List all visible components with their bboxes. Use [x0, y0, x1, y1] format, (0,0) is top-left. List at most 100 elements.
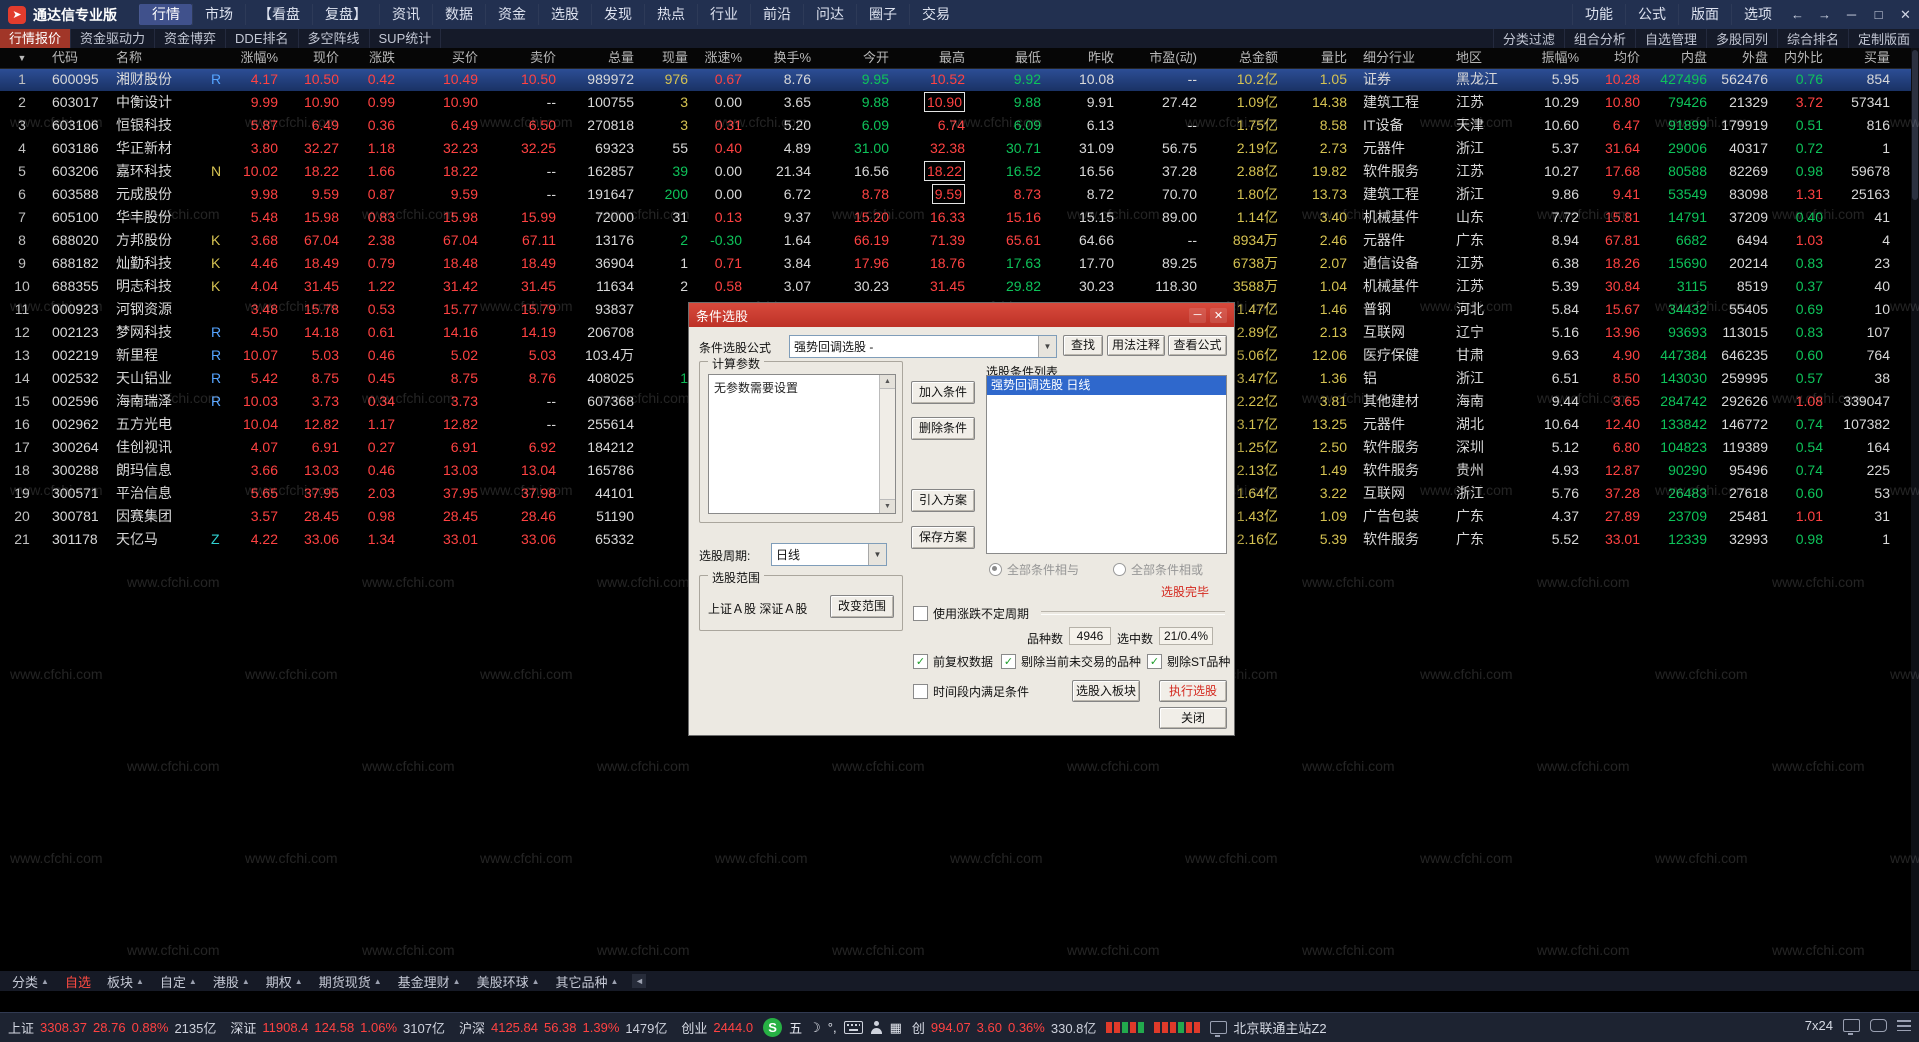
toolbar-link-6[interactable]: 定制版面: [1847, 29, 1919, 48]
menu-grid-icon[interactable]: [1897, 1020, 1911, 1031]
toolbar-tab-2[interactable]: 资金驱动力: [71, 29, 156, 48]
ime-wubi-icon[interactable]: 五: [789, 1018, 802, 1037]
menu-item-5[interactable]: 资讯: [379, 4, 432, 25]
table-row-603017[interactable]: 2 603017 中衡设计 9.99 10.90 0.99 10.90 -- 100755 3 0.…: [0, 91, 1919, 114]
toolbar-tab-5[interactable]: 多空阵线: [299, 29, 370, 48]
ime-logo-icon[interactable]: S: [763, 1018, 783, 1037]
save-plan-button[interactable]: 保存方案: [911, 526, 975, 549]
col-header-总量[interactable]: 总量: [564, 48, 642, 68]
menu-item-9[interactable]: 发现: [591, 4, 644, 25]
ime-toolbox-icon[interactable]: ▦: [890, 1020, 902, 1036]
col-header-量比[interactable]: 量比: [1286, 48, 1355, 68]
bottom-tab-港股[interactable]: 港股 ▲: [205, 972, 258, 991]
toolbar-link-2[interactable]: 组合分析: [1563, 29, 1635, 48]
right-menu-item-3[interactable]: 版面: [1678, 4, 1731, 25]
right-menu-item-1[interactable]: 功能: [1572, 4, 1625, 25]
toolbar-link-1[interactable]: 分类过滤: [1492, 29, 1564, 48]
ime-halfwidth-moon-icon[interactable]: ☽: [809, 1020, 821, 1036]
menu-item-4[interactable]: 复盘】: [312, 4, 379, 25]
col-header-tag[interactable]: [203, 48, 225, 68]
index-创业[interactable]: 创业 2444.0: [681, 1018, 753, 1037]
toolbar-tab-6[interactable]: SUP统计: [370, 29, 442, 48]
period-select[interactable]: 日线 ▼: [771, 543, 887, 566]
checkbox-skip-suspended[interactable]: ✓ 剔除当前未交易的品种: [1001, 653, 1141, 670]
col-header-总金额[interactable]: 总金额: [1205, 48, 1286, 68]
col-header-涨跌[interactable]: 涨跌: [347, 48, 403, 68]
ime-keyboard-icon[interactable]: [843, 1021, 863, 1034]
menu-item-11[interactable]: 行业: [697, 4, 750, 25]
menu-item-12[interactable]: 前沿: [750, 4, 803, 25]
menu-item-6[interactable]: 数据: [432, 4, 485, 25]
col-header-地区[interactable]: 地区: [1448, 48, 1526, 68]
col-header-买量[interactable]: 买量: [1831, 48, 1898, 68]
bottom-tab-期权[interactable]: 期权 ▲: [258, 972, 311, 991]
col-header-代码[interactable]: 代码: [44, 48, 108, 68]
condition-item-selected[interactable]: 强势回调选股 日线: [987, 376, 1226, 395]
formula-select[interactable]: 强势回调选股 - ▼: [789, 335, 1057, 358]
col-header-外盘[interactable]: 外盘: [1715, 48, 1776, 68]
index-上证[interactable]: 上证 3308.37 28.76 0.88% 2135亿: [8, 1018, 216, 1037]
menu-item-8[interactable]: 选股: [538, 4, 591, 25]
bottom-tab-分类[interactable]: 分类 ▲: [4, 972, 57, 991]
maximize-button[interactable]: □: [1865, 0, 1892, 29]
ime-account-icon[interactable]: [870, 1021, 883, 1034]
server-status[interactable]: 北京联通主站Z2: [1210, 1018, 1327, 1037]
dialog-titlebar[interactable]: 条件选股 ─ ✕: [689, 303, 1234, 327]
bottom-tab-期货现货[interactable]: 期货现货 ▲: [311, 972, 390, 991]
bottom-tab-自选[interactable]: 自选: [57, 972, 99, 991]
col-header-现价[interactable]: 现价: [286, 48, 347, 68]
right-menu-item-4[interactable]: 选项: [1731, 4, 1784, 25]
bottom-tab-美股环球[interactable]: 美股环球 ▲: [469, 972, 548, 991]
checkbox-exclude-st[interactable]: ✓ 剔除ST品种: [1147, 653, 1230, 670]
params-list[interactable]: 无参数需要设置 ▲ ▼: [708, 374, 896, 514]
col-header-内盘[interactable]: 内盘: [1648, 48, 1715, 68]
view-formula-button[interactable]: 查看公式: [1168, 335, 1227, 356]
toolbar-tab-4[interactable]: DDE排名: [226, 29, 299, 48]
menu-item-13[interactable]: 问达: [803, 4, 856, 25]
index-extra[interactable]: 创 994.07 3.60 0.36% 330.8亿: [912, 1018, 1097, 1037]
right-menu-item-2[interactable]: 公式: [1625, 4, 1678, 25]
col-header-买价[interactable]: 买价: [403, 48, 486, 68]
toolbar-tab-1[interactable]: 行情报价: [0, 29, 72, 48]
nav-forward-icon[interactable]: →: [1811, 0, 1838, 29]
params-scrollbar[interactable]: ▲ ▼: [879, 375, 895, 513]
delete-condition-button[interactable]: 删除条件: [911, 417, 975, 440]
toolbar-tab-3[interactable]: 资金博弈: [155, 29, 227, 48]
table-row-603106[interactable]: 3 603106 恒银科技 5.87 6.49 0.36 6.49 6.50 270818 3 0.…: [0, 114, 1919, 137]
menu-item-1[interactable]: 行情: [139, 4, 192, 25]
dialog-close-button[interactable]: ✕: [1210, 307, 1227, 323]
col-header-名称[interactable]: 名称: [108, 48, 203, 68]
find-button[interactable]: 查找: [1063, 335, 1103, 356]
ime-punctuation-icon[interactable]: °,: [828, 1020, 837, 1035]
table-row-688020[interactable]: 8 688020 方邦股份 K 3.68 67.04 2.38 67.04 67.11 13176…: [0, 229, 1919, 252]
col-header-今开[interactable]: 今开: [819, 48, 897, 68]
table-row-688182[interactable]: 9 688182 灿勤科技 K 4.46 18.49 0.79 18.48 18.49 36904…: [0, 252, 1919, 275]
index-沪深[interactable]: 沪深 4125.84 56.38 1.39% 1479亿: [459, 1018, 667, 1037]
col-header-均价[interactable]: 均价: [1587, 48, 1648, 68]
col-header-最高[interactable]: 最高: [897, 48, 973, 68]
bottom-tab-基金理财[interactable]: 基金理财 ▲: [390, 972, 469, 991]
conditions-list[interactable]: 强势回调选股 日线: [986, 375, 1227, 554]
col-header-最低[interactable]: 最低: [973, 48, 1049, 68]
dialog-minimize-button[interactable]: ─: [1189, 307, 1206, 323]
scrollbar-thumb[interactable]: [1912, 50, 1918, 200]
chevron-down-icon[interactable]: ▼: [868, 544, 886, 565]
bottom-tab-自定[interactable]: 自定 ▲: [152, 972, 205, 991]
bottom-tab-其它品种[interactable]: 其它品种 ▲: [548, 972, 627, 991]
toolbar-link-3[interactable]: 自选管理: [1634, 29, 1706, 48]
table-scrollbar[interactable]: [1911, 48, 1919, 970]
menu-item-2[interactable]: 市场: [192, 4, 245, 25]
table-row-603186[interactable]: 4 603186 华正新材 3.80 32.27 1.18 32.23 32.25 69323 5…: [0, 137, 1919, 160]
col-header-内外比[interactable]: 内外比: [1776, 48, 1831, 68]
col-header-涨速%[interactable]: 涨速%: [696, 48, 750, 68]
table-row-688355[interactable]: 10 688355 明志科技 K 4.04 31.45 1.22 31.42 31.45 1163…: [0, 275, 1919, 298]
table-row-603206[interactable]: 5 603206 嘉环科技 N 10.02 18.22 1.66 18.22 -- 162857 3…: [0, 160, 1919, 183]
table-row-605100[interactable]: 7 605100 华丰股份 5.48 15.98 0.83 15.98 15.99 72000 3…: [0, 206, 1919, 229]
col-header-振幅%[interactable]: 振幅%: [1526, 48, 1587, 68]
tabs-scroll-button[interactable]: ◄: [632, 974, 647, 988]
menu-item-10[interactable]: 热点: [644, 4, 697, 25]
message-icon[interactable]: [1870, 1019, 1887, 1032]
radio-all-or[interactable]: 全部条件相或: [1113, 561, 1203, 578]
scroll-up-icon[interactable]: ▲: [880, 375, 895, 389]
scroll-down-icon[interactable]: ▼: [880, 499, 895, 513]
